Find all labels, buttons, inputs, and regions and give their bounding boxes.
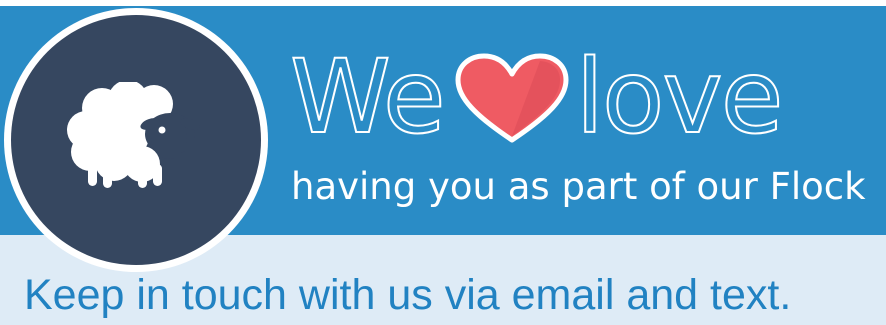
subline: having you as part of our Flock <box>291 165 866 208</box>
flock-welcome-banner: We love having you as part of our Flock … <box>0 0 886 325</box>
headline-word-love: love <box>575 38 785 157</box>
tagline: Keep in touch with us via email and text… <box>24 271 792 319</box>
sheep-icon <box>67 82 200 188</box>
headline: We love <box>289 38 785 157</box>
headline-word-we: We <box>289 38 447 157</box>
heart-icon <box>455 53 569 143</box>
